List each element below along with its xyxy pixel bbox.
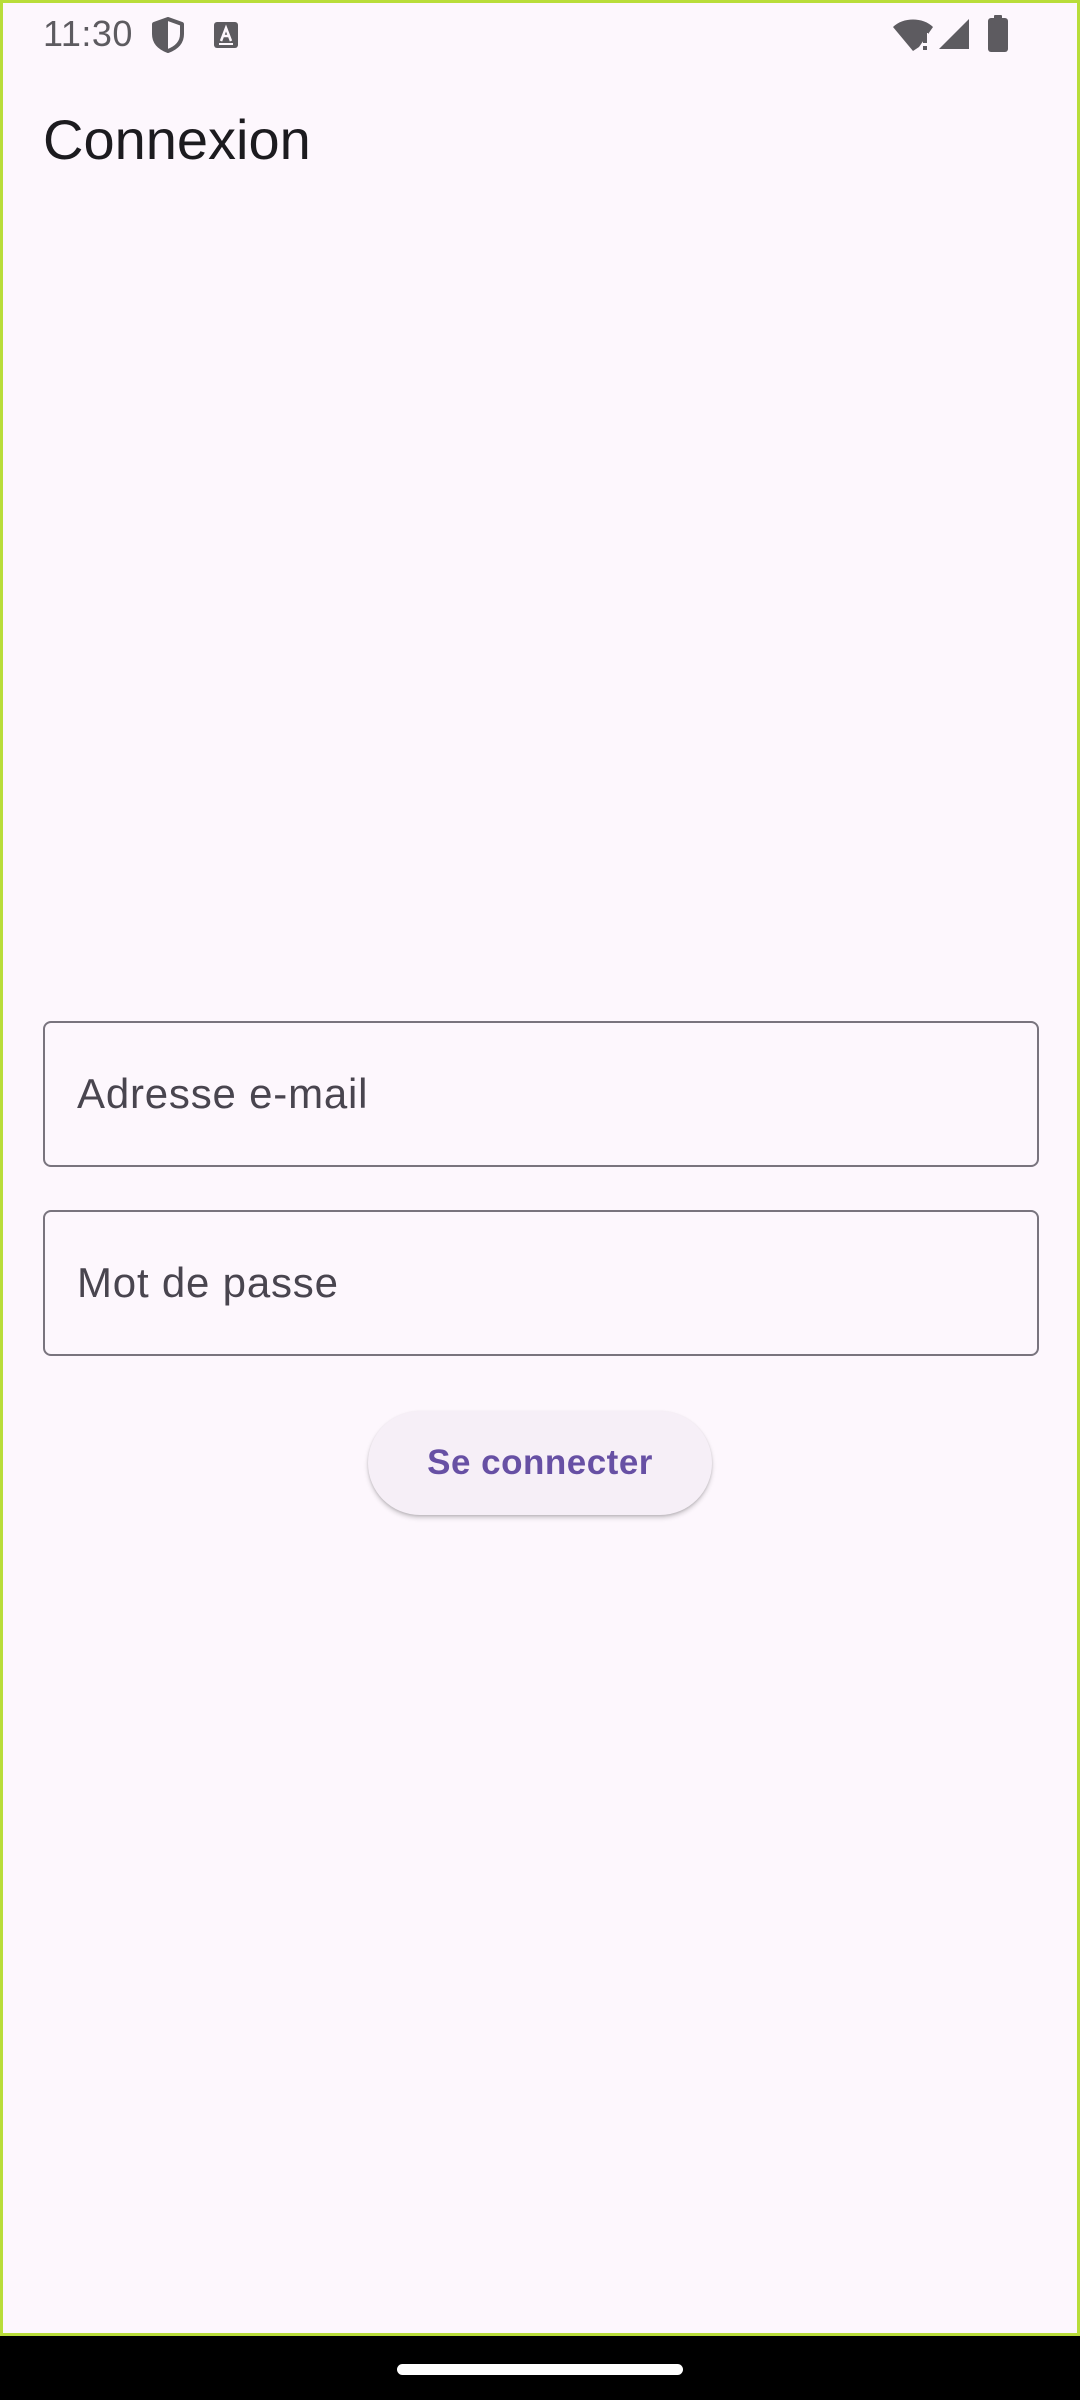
email-field[interactable]: Adresse e-mail [43,1021,1039,1167]
email-field-placeholder: Adresse e-mail [77,1070,369,1117]
page-title: Connexion [43,108,311,171]
shield-icon [152,17,184,53]
password-field[interactable]: Mot de passe [43,1210,1039,1356]
login-button[interactable]: Se connecter [368,1411,712,1515]
battery-icon [988,15,1008,52]
home-gesture-handle[interactable] [397,2364,683,2375]
status-bar: 11:30 [3,3,1077,65]
status-time: 11:30 [43,13,133,54]
password-field-placeholder: Mot de passe [77,1259,339,1306]
login-button-label: Se connecter [427,1443,653,1482]
app-bar: Connexion [3,65,1077,213]
cellular-signal-icon [939,19,969,49]
wifi-alert-icon [893,19,933,51]
app-screen: 11:30 Connexion Adresse e-mail Mot de pa… [0,0,1080,2336]
text-recognition-icon [214,22,238,48]
